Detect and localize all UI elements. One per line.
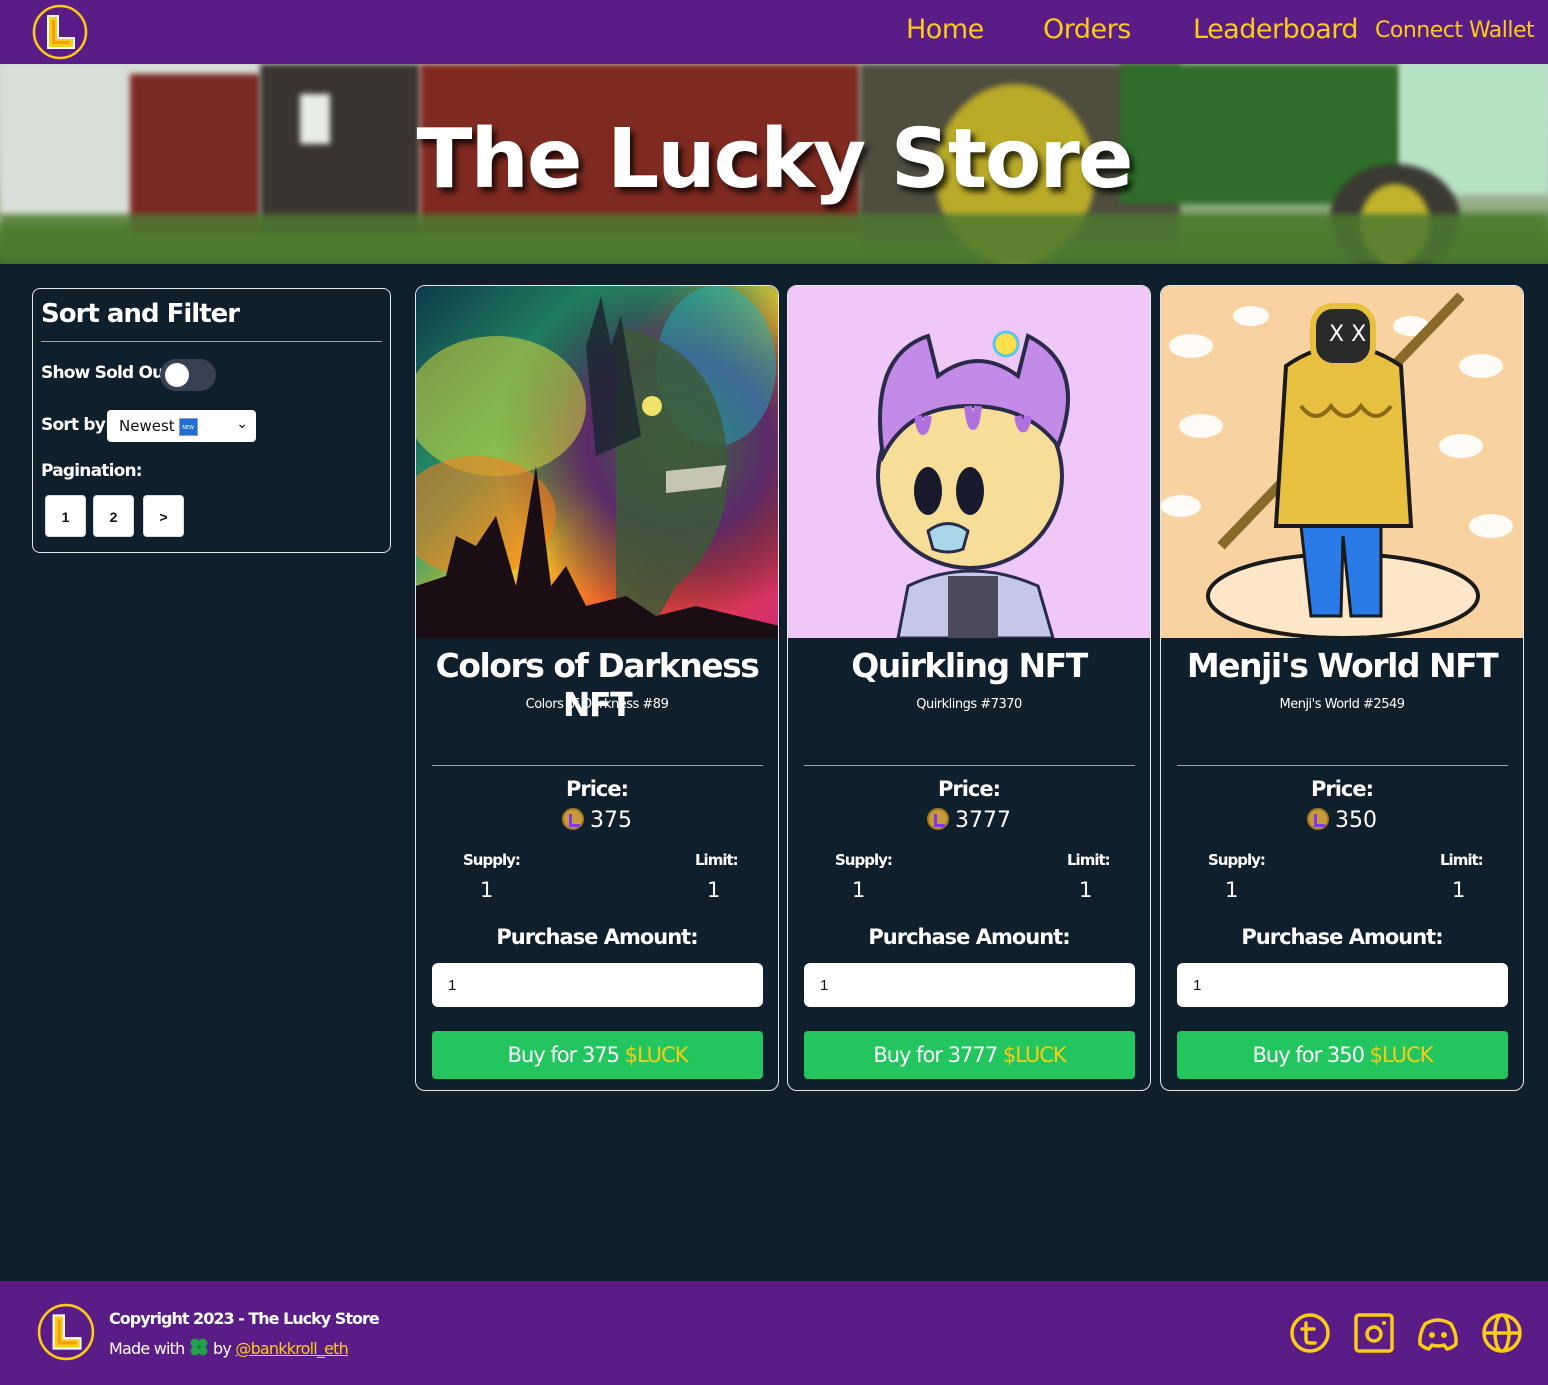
price-label: Price:: [937, 777, 1001, 801]
twitter-icon[interactable]: [1289, 1312, 1331, 1354]
product-card: Colors of Darkness NFT Colors of Darknes…: [415, 285, 779, 1091]
limit-value: 1: [1452, 878, 1466, 902]
made-with-label: Made with: [109, 1339, 185, 1358]
limit-value: 1: [707, 878, 721, 902]
limit-label: Limit:: [1067, 851, 1111, 869]
purchase-amount-input[interactable]: [432, 963, 763, 1007]
globe-icon[interactable]: [1481, 1312, 1523, 1354]
lucky-logo-icon: [37, 1303, 95, 1361]
price-label: Price:: [565, 777, 629, 801]
divider: [804, 765, 1135, 766]
menjis-world-image[interactable]: X X: [1161, 286, 1524, 638]
divider: [41, 341, 382, 342]
card-title: Quirkling NFT: [851, 646, 1088, 685]
product-card: Quirkling NFT Quirklings #7370 Price: 37…: [787, 285, 1151, 1091]
buy-label: Buy for 3777: [873, 1043, 998, 1067]
supply-label: Supply:: [835, 851, 893, 869]
limit-label: Limit:: [695, 851, 739, 869]
pagination-label: Pagination:: [41, 461, 143, 481]
page-button-2[interactable]: 2: [93, 495, 134, 537]
purchase-amount-label: Purchase Amount:: [1241, 925, 1443, 949]
luck-coin-icon: [927, 808, 949, 830]
sort-select[interactable]: Newest NEW ⌄: [107, 410, 256, 442]
top-navbar: Home Orders Leaderboard Connect Wallet: [0, 0, 1548, 64]
hero-title: The Lucky Store: [416, 112, 1134, 207]
buy-label: Buy for 350: [1252, 1043, 1365, 1067]
made-with-text: Made with by @bankkroll_eth: [109, 1337, 349, 1358]
divider: [432, 765, 763, 766]
instagram-icon[interactable]: [1353, 1312, 1395, 1354]
sort-filter-panel: Sort and Filter Show Sold Out: Sort by: …: [32, 288, 391, 553]
chevron-down-icon: ⌄: [236, 416, 248, 432]
luck-coin-icon: [562, 808, 584, 830]
supply-value: 1: [1225, 878, 1239, 902]
quirkling-image[interactable]: [788, 286, 1151, 638]
purchase-amount-label: Purchase Amount:: [496, 925, 698, 949]
card-title: Menji's World NFT: [1186, 646, 1499, 685]
supply-label: Supply:: [1208, 851, 1266, 869]
supply-value: 1: [480, 878, 494, 902]
price-value: 350: [1161, 808, 1523, 833]
luck-currency: $LUCK: [624, 1043, 689, 1067]
nav-home-link[interactable]: Home: [906, 14, 984, 45]
buy-button[interactable]: Buy for 350 $LUCK: [1177, 1031, 1508, 1079]
buy-button[interactable]: Buy for 375 $LUCK: [432, 1031, 763, 1079]
sort-by-label: Sort by:: [41, 415, 112, 435]
purchase-amount-input[interactable]: [804, 963, 1135, 1007]
product-card: X X Menji's World NFT Menji's World #254…: [1160, 285, 1524, 1091]
connect-wallet-button[interactable]: Connect Wallet: [1375, 18, 1535, 43]
divider: [1177, 765, 1508, 766]
card-subtitle: Quirklings #7370: [916, 697, 1022, 712]
lucky-logo-icon[interactable]: [32, 4, 88, 60]
luck-coin-icon: [1307, 808, 1329, 830]
buy-label: Buy for 375: [507, 1043, 620, 1067]
price-label: Price:: [1310, 777, 1374, 801]
by-label: by: [213, 1339, 232, 1358]
price-amount: 350: [1335, 808, 1377, 833]
sort-filter-title: Sort and Filter: [41, 299, 240, 329]
discord-icon[interactable]: [1417, 1312, 1459, 1354]
purchase-amount-input[interactable]: [1177, 963, 1508, 1007]
toggle-knob: [165, 363, 189, 387]
supply-value: 1: [852, 878, 866, 902]
show-sold-out-toggle[interactable]: [160, 359, 216, 391]
svg-text:X X: X X: [1329, 322, 1366, 347]
luck-currency: $LUCK: [1002, 1043, 1067, 1067]
colors-of-darkness-image[interactable]: [416, 286, 779, 638]
new-emoji-icon: NEW: [178, 417, 198, 436]
limit-value: 1: [1079, 878, 1093, 902]
author-handle-link[interactable]: @bankkroll_eth: [235, 1339, 348, 1358]
supply-label: Supply:: [463, 851, 521, 869]
purchase-amount-label: Purchase Amount:: [868, 925, 1070, 949]
card-title: Colors of Darkness NFT: [435, 646, 760, 724]
limit-label: Limit:: [1440, 851, 1484, 869]
buy-button[interactable]: Buy for 3777 $LUCK: [804, 1031, 1135, 1079]
copyright-text: Copyright 2023 - The Lucky Store: [109, 1309, 380, 1328]
price-amount: 375: [590, 808, 632, 833]
hero-banner: The Lucky Store: [0, 64, 1548, 264]
nav-leaderboard-link[interactable]: Leaderboard: [1193, 14, 1359, 45]
price-amount: 3777: [955, 808, 1011, 833]
card-subtitle: Colors of Darkness #89: [525, 697, 669, 712]
luck-currency: $LUCK: [1369, 1043, 1434, 1067]
next-page-button[interactable]: >: [143, 495, 184, 537]
card-subtitle: Menji's World #2549: [1279, 697, 1405, 712]
sort-selected-value: Newest: [119, 417, 175, 435]
price-value: 375: [416, 808, 778, 833]
nav-orders-link[interactable]: Orders: [1043, 14, 1131, 45]
page-button-1[interactable]: 1: [45, 495, 86, 537]
four-leaf-clover-icon: [190, 1338, 208, 1356]
price-value: 3777: [788, 808, 1150, 833]
show-sold-out-label: Show Sold Out:: [41, 363, 178, 383]
footer: Copyright 2023 - The Lucky Store Made wi…: [0, 1281, 1548, 1385]
